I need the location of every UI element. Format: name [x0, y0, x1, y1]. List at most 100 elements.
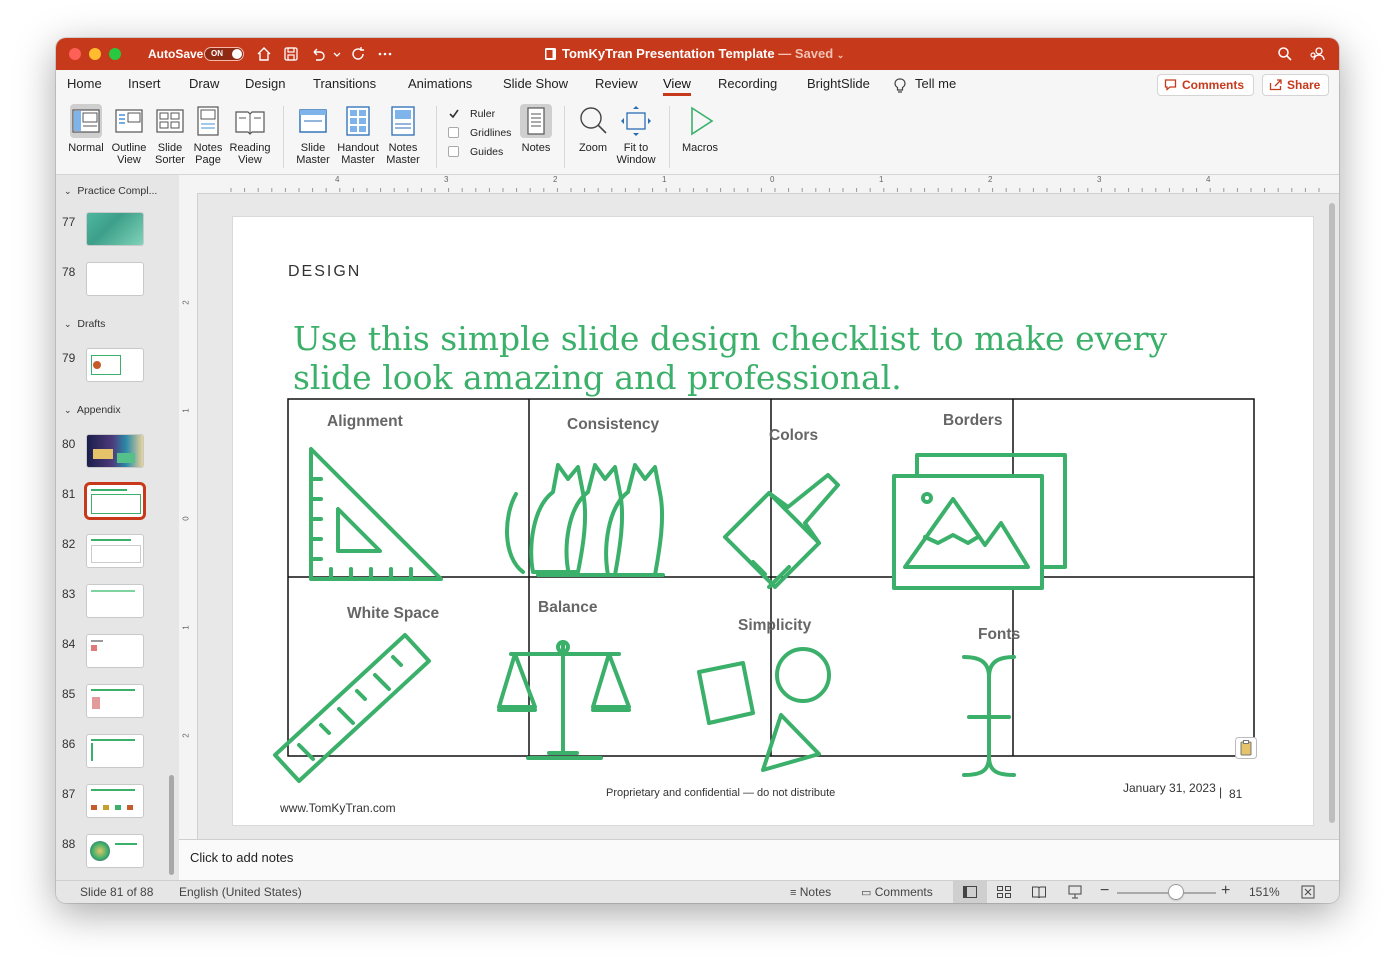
- notes-page-button[interactable]: Notes Page: [191, 104, 225, 166]
- slide-thumbnail[interactable]: [87, 635, 143, 667]
- autosave-toggle[interactable]: ON: [204, 47, 244, 61]
- slide-thumbnail[interactable]: [87, 785, 143, 817]
- macros-button[interactable]: Macros: [680, 104, 720, 154]
- slide-thumbnail[interactable]: [87, 835, 143, 867]
- cell-label-borders[interactable]: Borders: [943, 412, 1002, 430]
- share-icon: [1269, 79, 1282, 91]
- tab-slide-show[interactable]: Slide Show: [503, 76, 568, 91]
- cell-label-balance[interactable]: Balance: [538, 599, 597, 617]
- chevron-down-icon[interactable]: ⌄: [837, 50, 845, 60]
- undo-dropdown-icon[interactable]: [332, 46, 342, 62]
- fit-to-window-icon: [621, 106, 651, 136]
- zoom-slider-track[interactable]: [1117, 892, 1216, 894]
- ruler-label: 1: [181, 625, 191, 630]
- ruler-label: 1: [662, 175, 667, 184]
- tab-transitions[interactable]: Transitions: [313, 76, 376, 91]
- slide-thumbnail[interactable]: [87, 685, 143, 717]
- close-window-button[interactable]: [69, 48, 81, 60]
- tab-home[interactable]: Home: [67, 76, 102, 91]
- slide-sorter-icon[interactable]: [997, 886, 1011, 898]
- tab-recording[interactable]: Recording: [718, 76, 777, 91]
- slide-number-footer[interactable]: 81: [1229, 787, 1242, 801]
- tab-draw[interactable]: Draw: [189, 76, 219, 91]
- fit-slide-icon[interactable]: [1301, 885, 1315, 899]
- tab-view[interactable]: View: [663, 76, 691, 96]
- language-indicator[interactable]: English (United States): [179, 885, 302, 899]
- cell-label-colors[interactable]: Colors: [769, 427, 818, 445]
- zoom-level[interactable]: 151%: [1249, 885, 1280, 899]
- reading-view-button[interactable]: Reading View: [228, 104, 272, 166]
- menu-bar: Home Insert Draw Design Transitions Anim…: [56, 70, 1339, 100]
- section-header[interactable]: ⌄ Appendix: [64, 404, 121, 416]
- notes-pane[interactable]: Click to add notes: [179, 839, 1339, 881]
- slide-thumbnail[interactable]: [87, 213, 143, 245]
- status-comments-button[interactable]: ▭ Comments: [861, 885, 933, 899]
- tab-animations[interactable]: Animations: [408, 76, 472, 91]
- fit-to-window-button[interactable]: Fit to Window: [614, 104, 658, 166]
- editor-scrollbar[interactable]: [1329, 203, 1335, 823]
- slide-thumbnail[interactable]: [87, 585, 143, 617]
- slide-thumbnail[interactable]: [87, 349, 143, 381]
- zoom-slider-knob[interactable]: [1169, 885, 1184, 899]
- ruler-label: 2: [553, 175, 558, 184]
- save-icon[interactable]: [283, 46, 299, 62]
- slide-thumbnail[interactable]: [87, 435, 143, 467]
- home-icon[interactable]: [256, 46, 272, 62]
- account-icon[interactable]: [1309, 46, 1325, 62]
- normal-view-icon: [963, 886, 977, 898]
- handout-master-label: Handout Master: [337, 142, 379, 166]
- more-icon[interactable]: [377, 46, 393, 62]
- confidential-footer[interactable]: Proprietary and confidential — do not di…: [606, 787, 835, 799]
- paste-options-icon[interactable]: [1235, 737, 1257, 759]
- ribbon-separator: [436, 106, 437, 168]
- date-footer[interactable]: January 31, 2023: [1123, 781, 1216, 795]
- tab-design[interactable]: Design: [245, 76, 285, 91]
- cell-label-consistency[interactable]: Consistency: [567, 416, 659, 434]
- slide-number: 81: [62, 487, 76, 501]
- tab-brightslide[interactable]: BrightSlide: [807, 76, 870, 91]
- slide-thumbnail-selected[interactable]: [87, 485, 143, 517]
- slide-sorter-button[interactable]: Slide Sorter: [152, 104, 188, 166]
- section-header[interactable]: ⌄ Drafts: [64, 318, 105, 330]
- reading-view-icon[interactable]: [1032, 886, 1046, 898]
- zoom-in-button[interactable]: +: [1221, 882, 1230, 900]
- handout-master-button[interactable]: Handout Master: [336, 104, 380, 166]
- undo-icon[interactable]: [310, 46, 326, 62]
- share-button[interactable]: Share: [1262, 74, 1329, 96]
- normal-view-status-button[interactable]: [953, 881, 987, 903]
- status-notes-button[interactable]: ≡ Notes: [790, 885, 831, 899]
- slide-thumbnail[interactable]: [87, 735, 143, 767]
- tab-review[interactable]: Review: [595, 76, 638, 91]
- outline-view-button[interactable]: Outline View: [110, 104, 148, 166]
- outline-view-icon: [115, 109, 143, 133]
- zoom-out-button[interactable]: −: [1100, 882, 1109, 900]
- zoom-window-button[interactable]: [109, 48, 121, 60]
- normal-view-button[interactable]: Normal: [66, 104, 106, 154]
- search-icon[interactable]: [1277, 46, 1293, 62]
- sidebar-scrollbar[interactable]: [169, 775, 174, 875]
- cell-label-alignment[interactable]: Alignment: [327, 413, 403, 431]
- cell-label-white-space[interactable]: White Space: [347, 605, 439, 623]
- notes-placeholder[interactable]: Click to add notes: [190, 850, 293, 865]
- zoom-button[interactable]: Zoom: [574, 104, 612, 154]
- slideshow-icon[interactable]: [1068, 885, 1082, 899]
- redo-icon[interactable]: [350, 46, 366, 62]
- minimize-window-button[interactable]: [89, 48, 101, 60]
- slide-thumbnail[interactable]: [87, 535, 143, 567]
- ruler-ticks: [230, 188, 1320, 192]
- ruler-label: 4: [335, 175, 340, 184]
- comments-button[interactable]: Comments: [1157, 74, 1254, 96]
- slide-master-button[interactable]: Slide Master: [292, 104, 334, 166]
- notes-master-button[interactable]: Notes Master: [383, 104, 423, 166]
- slide-thumbnail[interactable]: [87, 263, 143, 295]
- slide-canvas[interactable]: DESIGN Use this simple slide design chec…: [233, 217, 1313, 825]
- vertical-ruler: 2 1 0 1 2: [179, 193, 198, 839]
- tell-me-search[interactable]: Tell me: [915, 76, 956, 91]
- website-footer[interactable]: www.TomKyTran.com: [280, 801, 396, 815]
- cell-label-fonts[interactable]: Fonts: [978, 626, 1020, 644]
- tab-insert[interactable]: Insert: [128, 76, 161, 91]
- notes-toggle-button[interactable]: Notes: [517, 104, 555, 154]
- section-header[interactable]: ⌄ Practice Compl...: [64, 185, 157, 197]
- cell-label-simplicity[interactable]: Simplicity: [738, 617, 811, 635]
- notes-toggle-label: Notes: [521, 142, 551, 154]
